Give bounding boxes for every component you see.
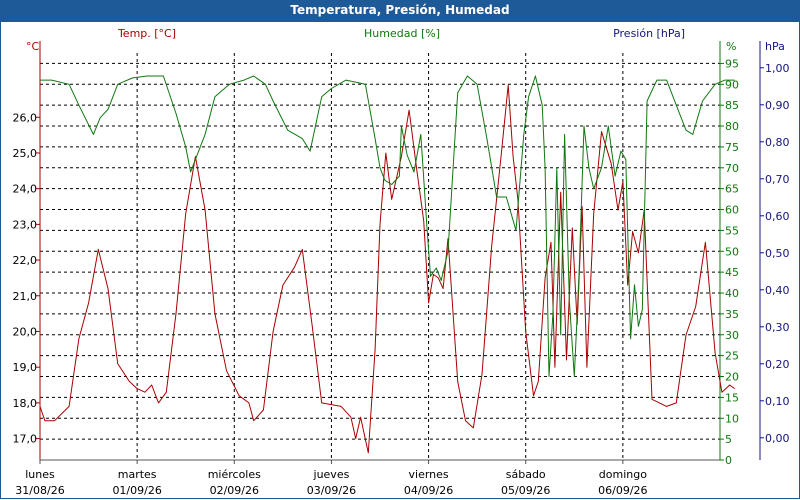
humidity-tick-label: 5 xyxy=(725,433,732,446)
day-date-label: 31/08/26 xyxy=(15,484,64,497)
pressure-unit-label: hPa xyxy=(765,40,785,53)
humidity-tick-label: 25 xyxy=(725,350,739,363)
temp-tick-label: 21,0 xyxy=(13,290,38,303)
grid-lines xyxy=(40,53,720,460)
pressure-header: Presión [hPa] xyxy=(613,27,685,40)
pressure-tick-label: 0,20 xyxy=(765,358,790,371)
humidity-tick-label: 35 xyxy=(725,308,739,321)
temp-tick-label: 26,0 xyxy=(13,111,38,124)
temp-tick-label: 25,0 xyxy=(13,147,38,160)
day-date-label: 05/09/26 xyxy=(501,484,550,497)
humidity-tick-label: 30 xyxy=(725,329,739,342)
day-date-label: 01/09/26 xyxy=(112,484,161,497)
day-name-label: jueves xyxy=(313,468,350,481)
humidity-tick-label: 10 xyxy=(725,412,739,425)
day-name-label: domingo xyxy=(599,468,647,481)
temp-unit-label: °C xyxy=(26,40,40,53)
temp-header: Temp. [°C] xyxy=(117,27,176,40)
humidity-tick-label: 15 xyxy=(725,391,739,404)
temp-tick-label: 20,0 xyxy=(13,325,38,338)
temp-tick-label: 22,0 xyxy=(13,254,38,267)
chart-svg: 17,0 18,0 19,0 20,0 21,0 22,0 23,0 24,0 25,0 26,0… xyxy=(13,27,790,497)
temp-tick-label: 19,0 xyxy=(13,361,38,374)
day-date-label: 06/09/26 xyxy=(598,484,647,497)
day-name-label: viernes xyxy=(409,468,449,481)
day-date-label: 02/09/26 xyxy=(210,484,259,497)
humidity-tick-label: 65 xyxy=(725,183,739,196)
day-name-label: lunes xyxy=(25,468,55,481)
humidity-series-line xyxy=(40,75,735,377)
pressure-tick-label: 0,90 xyxy=(765,99,790,112)
humidity-tick-label: 85 xyxy=(725,99,739,112)
humidity-tick-label: 50 xyxy=(725,245,739,258)
humidity-unit-label: % xyxy=(726,40,736,53)
day-date-label: 04/09/26 xyxy=(404,484,453,497)
humidity-tick-label: 75 xyxy=(725,141,739,154)
day-name-label: martes xyxy=(118,468,157,481)
pressure-tick-label: 0,40 xyxy=(765,284,790,297)
pressure-tick-label: 0,70 xyxy=(765,173,790,186)
pressure-tick-label: 0,50 xyxy=(765,247,790,260)
humidity-header: Humedad [%] xyxy=(364,27,440,40)
temp-tick-label: 24,0 xyxy=(13,183,38,196)
humidity-tick-label: 95 xyxy=(725,57,739,70)
humidity-tick-label: 20 xyxy=(725,371,739,384)
humidity-tick-label: 0 xyxy=(725,454,732,467)
pressure-tick-label: 0,10 xyxy=(765,395,790,408)
pressure-tick-label: 0,60 xyxy=(765,210,790,223)
temp-tick-label: 18,0 xyxy=(13,397,38,410)
day-date-label: 03/09/26 xyxy=(307,484,356,497)
humidity-tick-label: 55 xyxy=(725,224,739,237)
humidity-tick-label: 70 xyxy=(725,162,739,175)
pressure-tick-label: 1,00 xyxy=(765,62,790,75)
humidity-tick-label: 60 xyxy=(725,204,739,217)
temp-tick-label: 23,0 xyxy=(13,218,38,231)
tick-labels: 17,0 18,0 19,0 20,0 21,0 22,0 23,0 24,0 25,0 26,0… xyxy=(13,57,790,497)
pressure-tick-label: 0,30 xyxy=(765,321,790,334)
pressure-tick-label: 0,00 xyxy=(765,432,790,445)
day-name-label: sábado xyxy=(506,468,546,481)
series-lines xyxy=(39,75,735,454)
temp-tick-label: 17,0 xyxy=(13,433,38,446)
humidity-tick-label: 45 xyxy=(725,266,739,279)
humidity-tick-label: 40 xyxy=(725,287,739,300)
day-name-label: miércoles xyxy=(208,468,261,481)
pressure-tick-label: 0,80 xyxy=(765,136,790,149)
humidity-tick-label: 80 xyxy=(725,120,739,133)
